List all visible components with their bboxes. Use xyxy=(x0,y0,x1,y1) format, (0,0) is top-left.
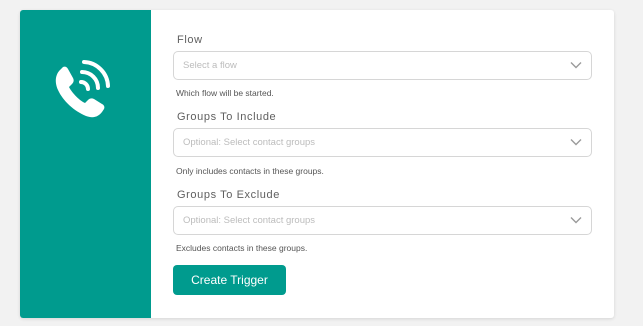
flow-select[interactable]: Select a flow xyxy=(173,51,592,80)
groups-include-select[interactable]: Optional: Select contact groups xyxy=(173,128,592,157)
trigger-card: Flow Select a flow Which flow will be st… xyxy=(20,10,614,318)
groups-exclude-select[interactable]: Optional: Select contact groups xyxy=(173,206,592,235)
groups-include-help-text: Only includes contacts in these groups. xyxy=(176,166,324,176)
chevron-down-icon xyxy=(570,62,582,69)
groups-exclude-placeholder: Optional: Select contact groups xyxy=(183,215,316,226)
groups-include-label: Groups To Include xyxy=(177,111,277,123)
chevron-down-icon xyxy=(570,139,582,146)
phone-ringing-icon xyxy=(55,60,110,118)
flow-help-text: Which flow will be started. xyxy=(176,88,274,98)
chevron-down-icon xyxy=(570,217,582,224)
flow-select-placeholder: Select a flow xyxy=(183,60,237,71)
groups-exclude-help-text: Excludes contacts in these groups. xyxy=(176,243,308,253)
groups-exclude-label: Groups To Exclude xyxy=(177,189,280,201)
groups-include-placeholder: Optional: Select contact groups xyxy=(183,137,316,148)
create-trigger-button[interactable]: Create Trigger xyxy=(173,265,286,295)
trigger-type-panel xyxy=(20,10,151,318)
flow-label: Flow xyxy=(177,34,203,46)
